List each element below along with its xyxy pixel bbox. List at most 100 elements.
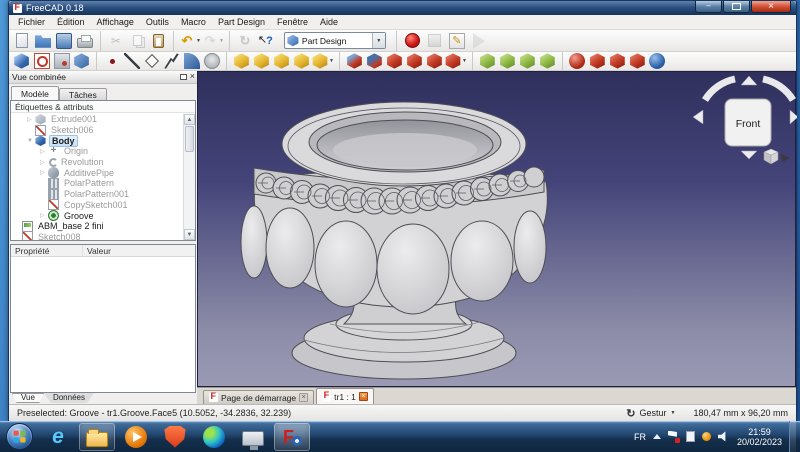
toolbar-button[interactable] [588,52,607,70]
tree-item[interactable]: ▷ Extrude001 [11,114,183,125]
tree-item[interactable]: ▷ Revolution [11,157,183,168]
menu-item[interactable]: Outils [140,15,175,30]
tree-item[interactable]: ▷ Origin [11,146,183,157]
navigation-cube[interactable]: Front [692,75,797,165]
tree-item[interactable]: PolarPattern001 [11,188,183,200]
expander-icon[interactable]: ▷ [40,212,48,219]
toolbar-button[interactable] [179,31,201,51]
scroll-down-icon[interactable]: ▼ [184,229,195,240]
toolbar-button[interactable] [478,52,497,70]
toolbar-button[interactable] [102,52,121,70]
menu-item[interactable]: Fenêtre [271,15,314,30]
3d-view[interactable]: Front [197,71,797,387]
update-status-icon[interactable] [701,432,711,441]
toolbar-button[interactable] [425,52,444,70]
taskbar-app[interactable] [196,423,232,451]
toolbar-button[interactable] [256,31,276,51]
tree-item[interactable]: CopySketch001 [11,199,183,211]
toolbar-button[interactable] [72,52,91,70]
taskbar-clock[interactable]: 21:59 20/02/2023 [737,427,782,447]
taskbar-app[interactable] [274,422,310,451]
title-bar[interactable]: FreeCAD 0.18 [9,1,796,15]
tree-item[interactable]: Sketch006 [11,124,183,136]
toolbar-button[interactable] [106,31,126,51]
toolbar-button[interactable] [345,52,364,70]
expander-icon[interactable]: ▷ [27,116,35,123]
workbench-selector[interactable]: Part Design ▼ [283,32,386,49]
macro-button[interactable] [425,31,445,51]
menu-item[interactable]: Aide [314,15,344,30]
toolbar-button[interactable] [12,31,32,51]
toolbar-button[interactable] [54,31,74,51]
expander-icon[interactable]: ▷ [40,159,48,166]
toolbar-button[interactable] [608,52,627,70]
toolbar-button[interactable] [518,52,537,70]
tree-item[interactable]: ABM_base 2 fini [11,220,183,232]
toolbar-button[interactable] [568,52,587,70]
toolbar-button[interactable] [162,52,181,70]
start-button[interactable] [6,423,33,450]
toolbar-button[interactable] [75,31,95,51]
panel-tab[interactable]: Modèle [11,86,59,100]
toolbar-button[interactable] [365,52,384,70]
tree-scrollbar[interactable]: ▲ ▼ [183,114,195,240]
property-tab[interactable]: Données [43,393,94,403]
panel-tab[interactable]: Tâches [58,88,107,100]
show-desktop-button[interactable] [789,421,796,452]
tree-item[interactable]: ▷ Groove [11,210,183,222]
toolbar-button[interactable] [127,31,147,51]
document-tab[interactable]: Page de démarrage × [203,390,315,404]
float-panel-icon[interactable] [179,73,187,80]
property-tab[interactable]: Vue [12,393,44,403]
menu-item[interactable]: Part Design [212,15,271,30]
chevron-down-icon[interactable]: ▼ [671,410,676,416]
language-indicator[interactable]: FR [634,432,646,442]
toolbar-button[interactable] [498,52,517,70]
document-tray-icon[interactable] [685,431,695,442]
toolbar-button[interactable] [182,52,201,70]
toolbar-button[interactable] [292,52,311,70]
toolbar-button[interactable] [445,52,467,70]
toolbar-button[interactable] [538,52,557,70]
close-button[interactable] [751,1,791,13]
toolbar-button[interactable] [312,52,334,70]
maximize-button[interactable] [723,1,750,13]
taskbar-app[interactable] [157,423,193,451]
tree-item[interactable]: PolarPattern [11,177,183,189]
column-property[interactable]: Propriété [11,245,83,256]
expander-icon[interactable]: ▼ [27,138,35,144]
toolbar-button[interactable] [52,52,71,70]
toolbar-button[interactable] [232,52,251,70]
menu-item[interactable]: Édition [51,15,91,30]
toolbar-button[interactable] [122,52,141,70]
hidden-icons-arrow-icon[interactable] [652,434,661,439]
chevron-down-icon[interactable]: ▼ [371,33,385,48]
tree-item[interactable]: ▼ Body [11,134,183,147]
toolbar-button[interactable] [32,52,51,70]
column-value[interactable]: Valeur [83,245,111,256]
menu-item[interactable]: Affichage [91,15,140,30]
toolbar-button[interactable] [272,52,291,70]
minimize-button[interactable] [695,1,722,13]
toolbar-button[interactable] [385,52,404,70]
toolbar-button[interactable] [648,52,667,70]
macro-button[interactable] [469,31,489,51]
model-vase[interactable] [240,101,548,380]
toolbar-button[interactable] [142,52,161,70]
action-center-flag-icon[interactable] [668,431,680,443]
volume-icon[interactable] [717,431,726,442]
expander-icon[interactable]: ▷ [40,169,48,176]
toolbar-button[interactable] [252,52,271,70]
menu-item[interactable]: Macro [175,15,212,30]
toolbar-button[interactable] [628,52,647,70]
taskbar-app[interactable] [40,423,76,451]
panel-header[interactable]: Vue combinée × [9,71,197,84]
tree-item[interactable]: Sketch008 [11,231,183,240]
toolbar-button[interactable] [405,52,424,70]
toolbar-button[interactable] [235,31,255,51]
tab-close-icon[interactable]: × [299,393,309,402]
scroll-up-icon[interactable]: ▲ [184,114,195,125]
expander-icon[interactable]: ▷ [40,148,48,155]
navigation-style-selector[interactable]: Gestur [639,408,666,418]
scrollbar-thumb[interactable] [185,126,194,152]
